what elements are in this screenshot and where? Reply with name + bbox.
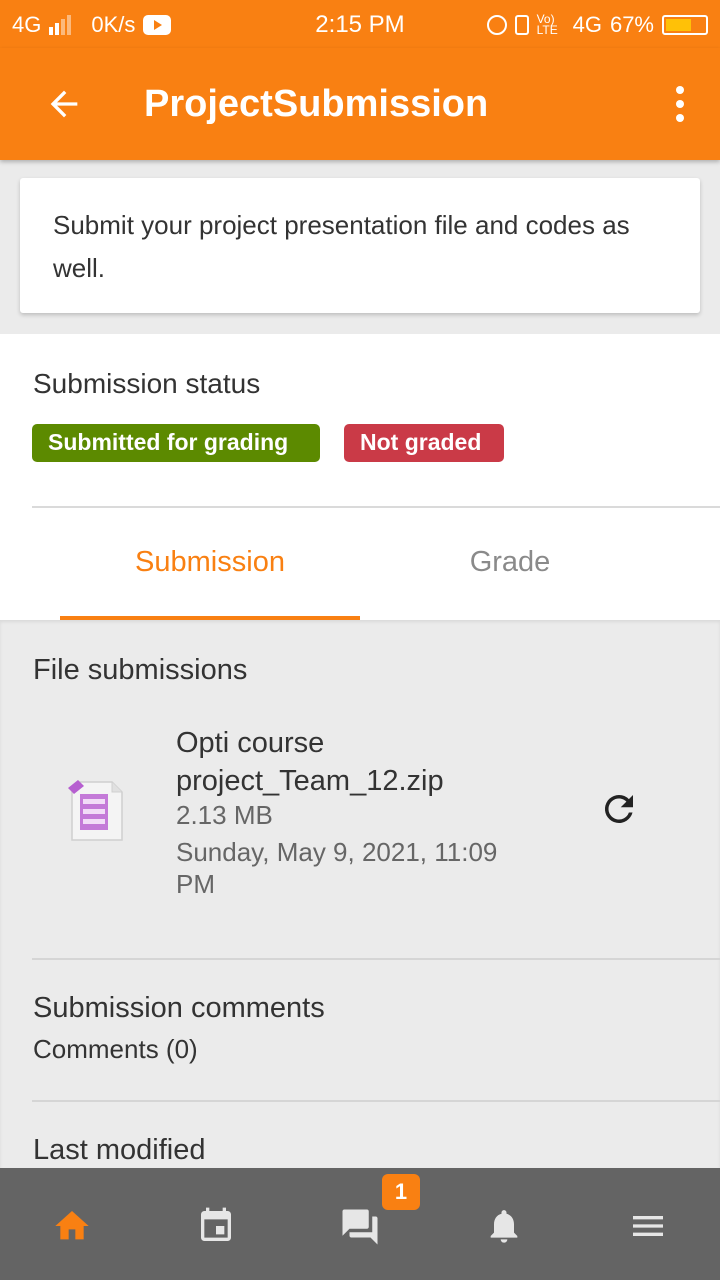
menu-icon [633,1216,663,1236]
assignment-description: Submit your project presentation file an… [53,210,630,283]
battery-icon [662,15,708,35]
nav-calendar[interactable] [144,1168,288,1280]
battery-percent: 67% [609,12,654,37]
comments-link[interactable]: Comments (0) [33,1034,198,1065]
refresh-icon[interactable] [598,788,640,830]
file-name-link[interactable]: Opti course project_Team_12.zip [176,724,526,800]
home-icon [55,1211,89,1240]
tab-grade[interactable]: Grade [360,546,660,579]
submission-status-label: Submission status [33,368,261,399]
page-title: ProjectSubmission [144,83,489,125]
file-date: Sunday, May 9, 2021, 11:09 PM [176,837,498,899]
status-bar: 4G 0K/s 2:15 PM Vo) LTE 4G 67% [0,0,720,48]
submission-comments-heading: Submission comments [33,992,325,1024]
submission-status-section: Submission status Submitted for grading … [0,334,720,620]
divider [32,506,720,508]
archive-file-icon[interactable] [66,780,124,842]
assignment-description-card: Submit your project presentation file an… [20,178,700,313]
divider [32,958,720,960]
submission-content: File submissions Opti course project_Tea… [0,620,720,1168]
bluetooth-icon [486,15,507,35]
app-bar: ProjectSubmission [0,48,720,160]
status-badge-not-graded: Not graded [344,424,504,462]
nav-more[interactable] [576,1168,720,1280]
last-modified-heading: Last modified [33,1134,206,1166]
divider [32,1100,720,1102]
nav-notifications[interactable] [432,1168,576,1280]
arrow-back-icon[interactable] [44,84,84,124]
bell-icon [490,1210,518,1243]
volte-label: Vo) LTE [536,12,558,37]
bottom-navigation [0,1168,720,1280]
messages-count-badge: 1 [382,1174,420,1210]
file-submissions-heading: File submissions [33,654,248,686]
nav-home[interactable] [0,1168,144,1280]
file-size: 2.13 MB [176,800,273,830]
network-type-right: 4G [572,12,602,37]
more-vertical-icon[interactable] [668,84,692,124]
status-badge-submitted: Submitted for grading [32,424,320,462]
calendar-icon [201,1207,231,1241]
messages-icon [342,1209,378,1245]
vibrate-icon [514,15,529,35]
tab-submission[interactable]: Submission [60,546,360,579]
